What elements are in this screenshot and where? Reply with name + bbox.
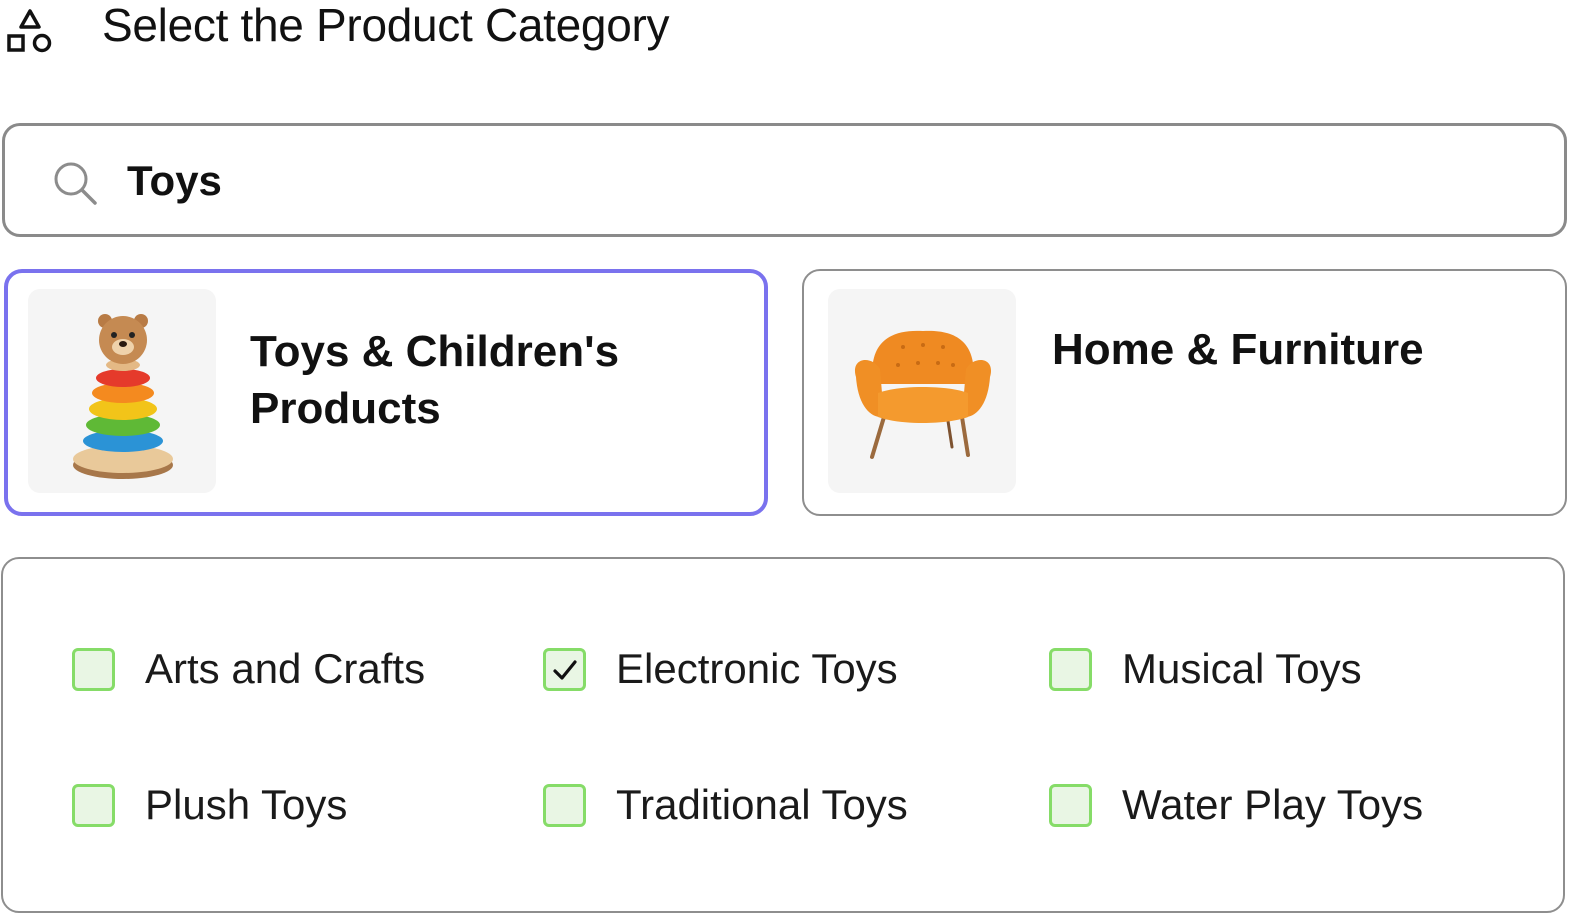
page-title: Select the Product Category [102, 0, 670, 51]
option-label: Electronic Toys [616, 645, 898, 692]
option-traditional-toys[interactable]: Traditional Toys [543, 775, 908, 835]
option-water-play-toys[interactable]: Water Play Toys [1049, 775, 1423, 835]
checkbox[interactable] [72, 647, 115, 691]
shapes-icon [6, 8, 54, 56]
category-card-toys[interactable]: Toys & Children's Products [4, 269, 768, 516]
header: Select the Product Category [0, 0, 900, 70]
armchair-image [828, 289, 1016, 493]
option-arts-and-crafts[interactable]: Arts and Crafts [72, 639, 425, 699]
option-plush-toys[interactable]: Plush Toys [72, 775, 347, 835]
option-label: Water Play Toys [1122, 781, 1424, 828]
checkbox[interactable] [1049, 783, 1092, 827]
checkbox[interactable] [72, 783, 115, 827]
option-label: Plush Toys [145, 781, 348, 828]
search-box[interactable] [2, 123, 1567, 237]
page: Select the Product Category Toys Toys & … [0, 0, 1578, 918]
category-card-home[interactable]: Home & Furniture [802, 269, 1567, 516]
category-label: Toys & Children's Products [250, 327, 620, 433]
stacking-toy-image [28, 289, 216, 493]
checkmark-icon [553, 659, 577, 680]
option-label: Traditional Toys [616, 781, 908, 828]
subcategory-panel: Arts and Crafts Electronic Toys Musical … [1, 557, 1565, 913]
option-label: Arts and Crafts [145, 645, 426, 692]
option-electronic-toys[interactable]: Electronic Toys [543, 639, 898, 699]
category-label: Home & Furniture [1052, 325, 1424, 374]
option-musical-toys[interactable]: Musical Toys [1049, 639, 1362, 699]
checkbox-checked[interactable] [543, 647, 586, 691]
search-icon [51, 159, 99, 207]
checkbox[interactable] [543, 783, 586, 827]
option-label: Musical Toys [1122, 645, 1362, 692]
search-input[interactable] [127, 151, 1507, 211]
checkbox[interactable] [1049, 647, 1092, 691]
